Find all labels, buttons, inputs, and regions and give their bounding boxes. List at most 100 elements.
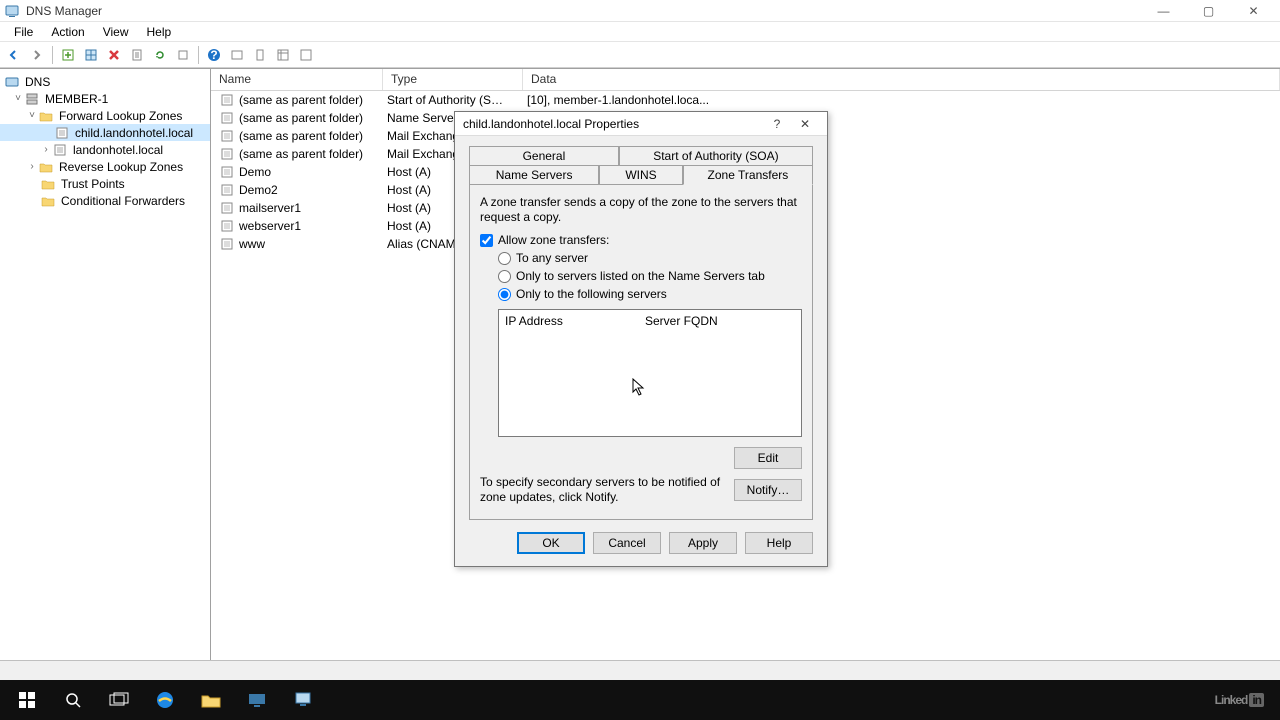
folder-icon: [40, 193, 56, 209]
radio-name-servers[interactable]: [498, 270, 511, 283]
toolbar-grid-button[interactable]: [81, 45, 101, 65]
column-type[interactable]: Type: [383, 69, 523, 90]
server-list[interactable]: IP Address Server FQDN: [498, 309, 802, 437]
taskbar-server-manager-icon[interactable]: [234, 680, 280, 720]
record-icon: [219, 92, 235, 108]
zone-icon: [52, 142, 68, 158]
window-title: DNS Manager: [26, 4, 1141, 18]
tree-flz[interactable]: ˅ Forward Lookup Zones: [0, 107, 210, 124]
toolbar-properties-button[interactable]: [127, 45, 147, 65]
window-close-button[interactable]: ✕: [1231, 0, 1276, 22]
record-type: Start of Authority (SOA): [379, 93, 519, 107]
toolbar-item-3[interactable]: [273, 45, 293, 65]
toolbar-help-button[interactable]: ?: [204, 45, 224, 65]
window-minimize-button[interactable]: —: [1141, 0, 1186, 22]
svg-text:?: ?: [210, 48, 217, 62]
tree-zone-landon[interactable]: › landonhotel.local: [0, 141, 210, 158]
taskbar-dns-manager-icon[interactable]: [280, 680, 326, 720]
allow-zone-transfers-label: Allow zone transfers:: [498, 233, 609, 247]
toolbar-new-button[interactable]: [58, 45, 78, 65]
dialog-help-button[interactable]: ?: [763, 114, 791, 134]
radio-following-servers-label: Only to the following servers: [516, 287, 667, 301]
dialog-close-button[interactable]: ✕: [791, 114, 819, 134]
tree-root-dns[interactable]: DNS: [0, 73, 210, 90]
dialog-body: General Start of Authority (SOA) Name Se…: [455, 136, 827, 566]
tree-rlz[interactable]: › Reverse Lookup Zones: [0, 158, 210, 175]
toolbar-separator: [52, 46, 53, 64]
allow-zone-transfers-checkbox[interactable]: [480, 234, 493, 247]
record-icon: [219, 236, 235, 252]
menu-file[interactable]: File: [6, 23, 41, 41]
record-name: webserver1: [239, 219, 301, 233]
status-bar: [0, 660, 1280, 680]
toolbar-item-1[interactable]: [227, 45, 247, 65]
tree-trust-label: Trust Points: [59, 177, 127, 191]
tab-zone-transfers[interactable]: Zone Transfers: [683, 165, 813, 185]
toolbar-back-button[interactable]: [4, 45, 24, 65]
toolbar-item-4[interactable]: [296, 45, 316, 65]
tree-zone-child[interactable]: child.landonhotel.local: [0, 124, 210, 141]
taskbar: Linkedin: [0, 680, 1280, 720]
tree-cond-label: Conditional Forwarders: [59, 194, 187, 208]
record-data: [10], member-1.landonhotel.loca...: [519, 93, 1280, 107]
menu-help[interactable]: Help: [139, 23, 180, 41]
menu-action[interactable]: Action: [43, 23, 92, 41]
tree-server-label: MEMBER-1: [43, 92, 110, 106]
tree-flz-label: Forward Lookup Zones: [57, 109, 184, 123]
notify-button[interactable]: Notify…: [734, 479, 802, 501]
dns-app-icon: [4, 3, 20, 19]
tree-cond-fwd[interactable]: Conditional Forwarders: [0, 192, 210, 209]
menu-view[interactable]: View: [95, 23, 137, 41]
list-row[interactable]: (same as parent folder) Start of Authorit…: [211, 91, 1280, 109]
tab-soa[interactable]: Start of Authority (SOA): [619, 146, 813, 165]
tree-server[interactable]: ˅ MEMBER-1: [0, 90, 210, 107]
server-icon: [24, 91, 40, 107]
tab-group: General Start of Authority (SOA) Name Se…: [469, 146, 813, 520]
toolbar: ?: [0, 42, 1280, 68]
tree-trust[interactable]: Trust Points: [0, 175, 210, 192]
column-name[interactable]: Name: [211, 69, 383, 90]
radio-any-server-label: To any server: [516, 251, 588, 265]
properties-dialog: child.landonhotel.local Properties ? ✕ G…: [454, 111, 828, 567]
record-name: (same as parent folder): [239, 93, 363, 107]
window-maximize-button[interactable]: ▢: [1186, 0, 1231, 22]
record-name: (same as parent folder): [239, 111, 363, 125]
help-button[interactable]: Help: [745, 532, 813, 554]
toolbar-export-button[interactable]: [173, 45, 193, 65]
taskbar-explorer-icon[interactable]: [188, 680, 234, 720]
start-button[interactable]: [4, 680, 50, 720]
allow-zone-transfers-row: Allow zone transfers:: [480, 233, 802, 247]
toolbar-delete-button[interactable]: [104, 45, 124, 65]
radio-any-server[interactable]: [498, 252, 511, 265]
tree-pane[interactable]: DNS ˅ MEMBER-1 ˅ Forward Lookup Zones ch…: [0, 69, 211, 660]
tab-general[interactable]: General: [469, 146, 619, 165]
cancel-button[interactable]: Cancel: [593, 532, 661, 554]
edit-button[interactable]: Edit: [734, 447, 802, 469]
tree-zone-landon-label: landonhotel.local: [71, 143, 165, 157]
list-header: Name Type Data: [211, 69, 1280, 91]
ok-button[interactable]: OK: [517, 532, 585, 554]
apply-button[interactable]: Apply: [669, 532, 737, 554]
taskbar-ie-icon[interactable]: [142, 680, 188, 720]
toolbar-refresh-button[interactable]: [150, 45, 170, 65]
record-name: Demo: [239, 165, 271, 179]
tree-root-label: DNS: [23, 75, 52, 89]
tab-wins[interactable]: WINS: [599, 165, 683, 184]
taskbar-search-button[interactable]: [50, 680, 96, 720]
expander-icon[interactable]: ›: [40, 144, 52, 155]
dialog-titlebar[interactable]: child.landonhotel.local Properties ? ✕: [455, 112, 827, 136]
tab-name-servers[interactable]: Name Servers: [469, 165, 599, 184]
expander-icon[interactable]: ˅: [12, 93, 24, 104]
record-name: (same as parent folder): [239, 129, 363, 143]
task-view-button[interactable]: [96, 680, 142, 720]
expander-icon[interactable]: ˅: [26, 110, 38, 121]
expander-icon[interactable]: ›: [26, 161, 38, 172]
zone-transfer-description: A zone transfer sends a copy of the zone…: [480, 195, 802, 225]
linkedin-watermark: Linkedin: [1215, 693, 1264, 707]
toolbar-forward-button[interactable]: [27, 45, 47, 65]
folder-icon: [38, 108, 54, 124]
record-icon: [219, 218, 235, 234]
toolbar-item-2[interactable]: [250, 45, 270, 65]
radio-following-servers[interactable]: [498, 288, 511, 301]
column-data[interactable]: Data: [523, 69, 1280, 90]
